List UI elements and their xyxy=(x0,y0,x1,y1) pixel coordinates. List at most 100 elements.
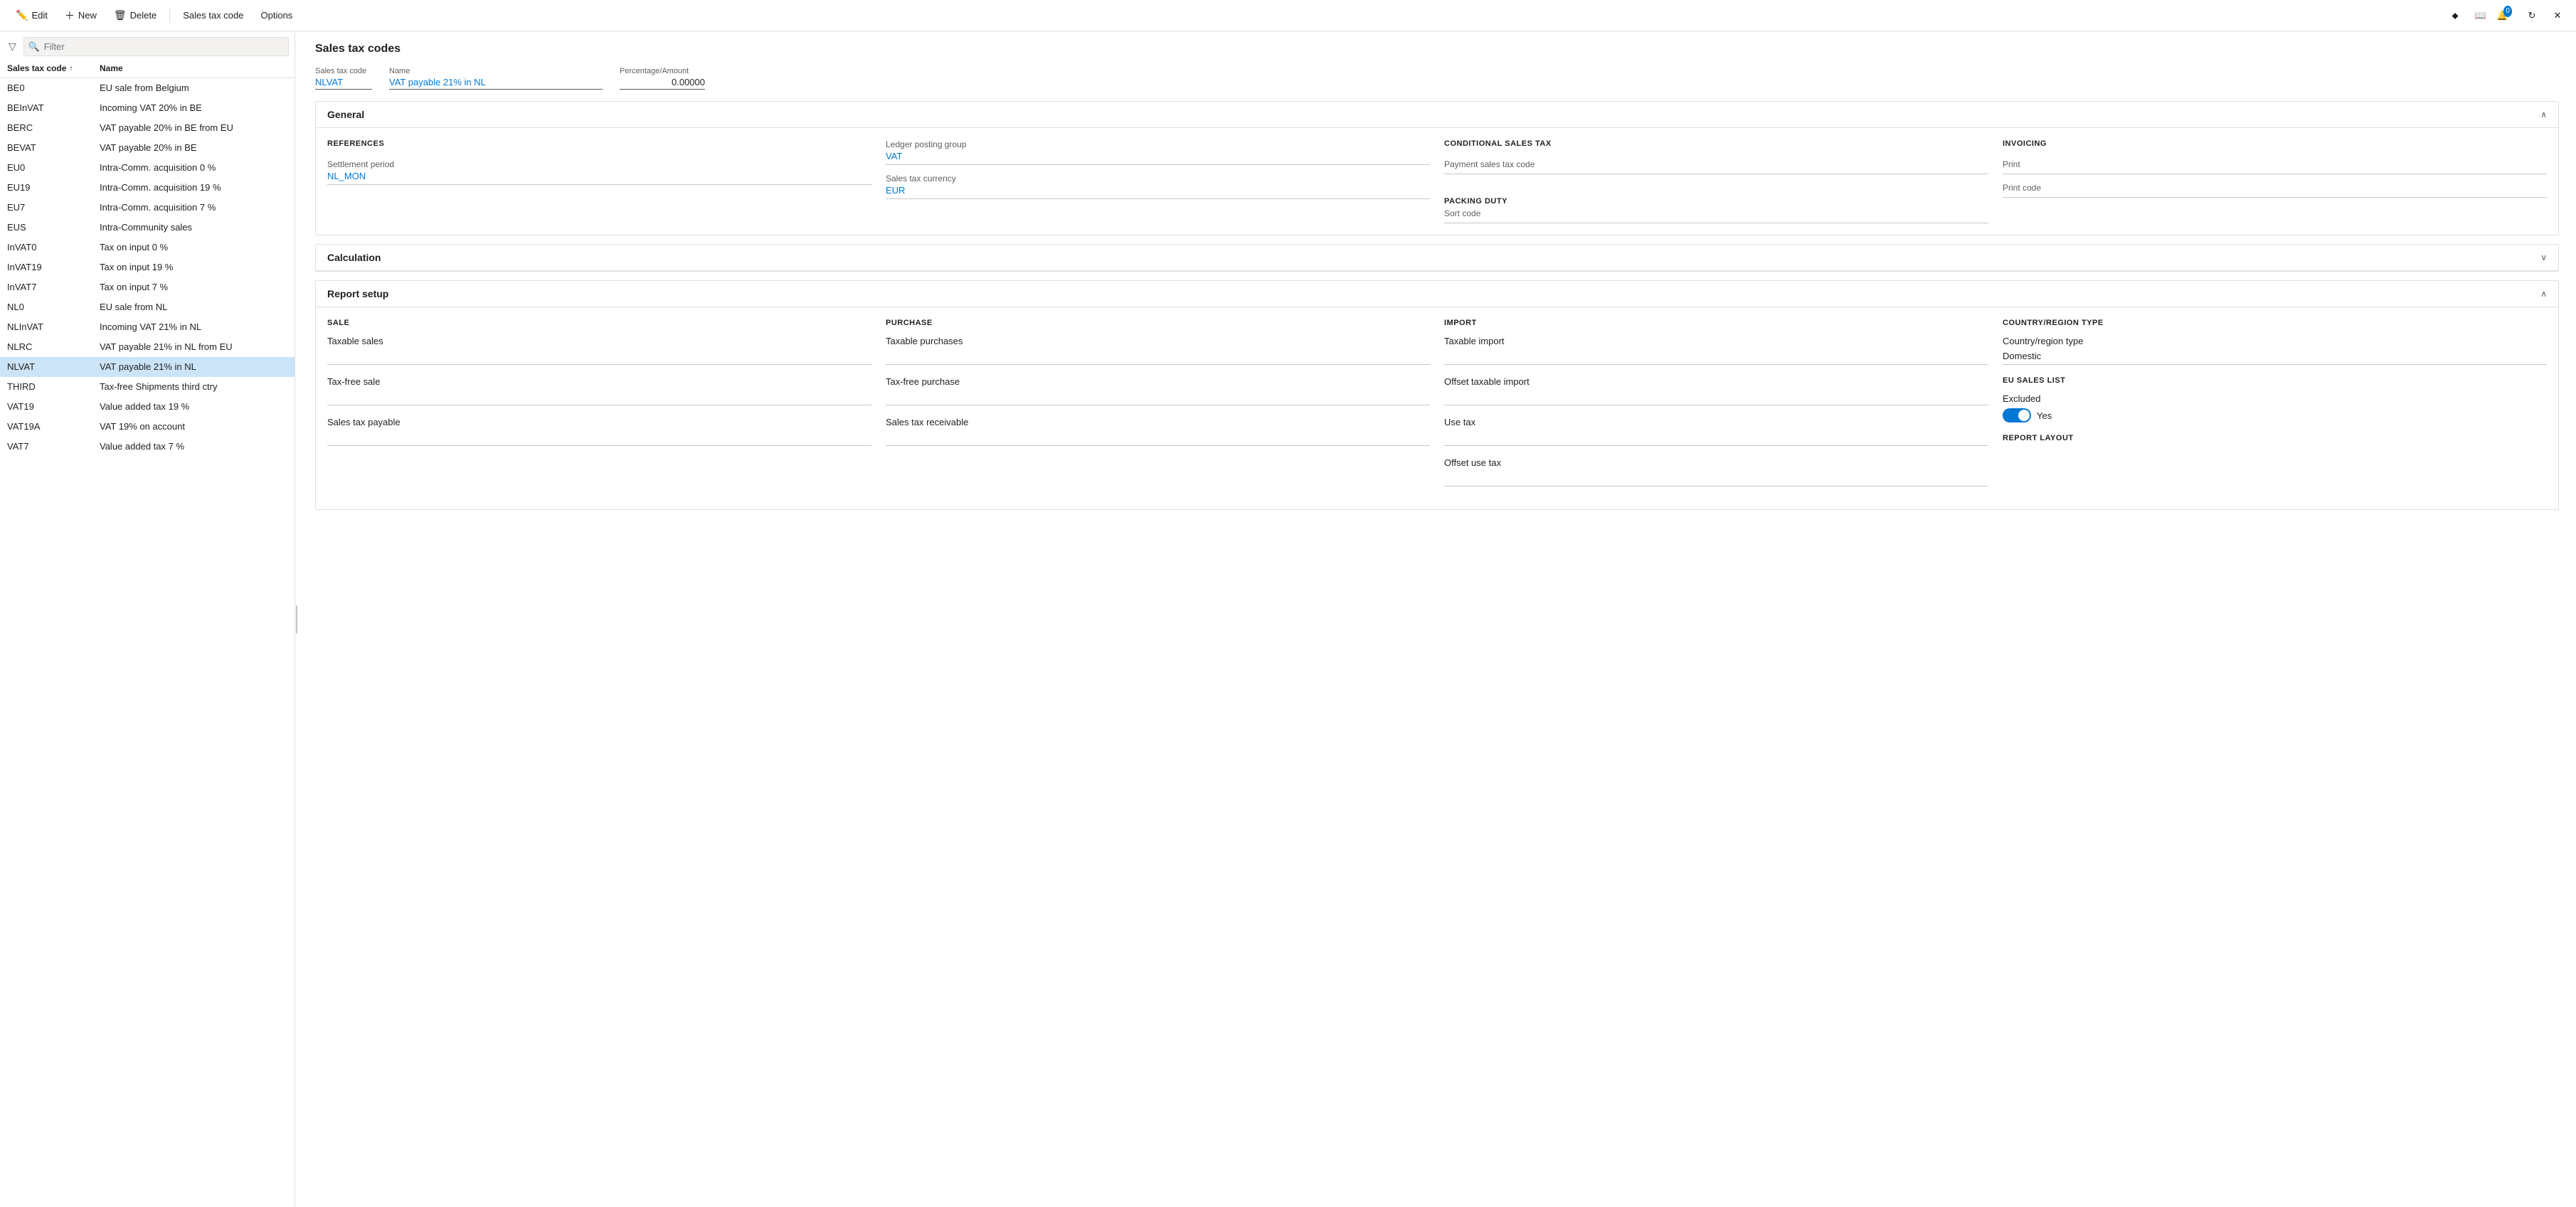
new-button[interactable]: ＋ New xyxy=(58,6,104,26)
row-code: THIRD xyxy=(7,381,100,392)
list-row[interactable]: NLRC VAT payable 21% in NL from EU xyxy=(0,337,295,357)
list-header-code[interactable]: Sales tax code ↑ xyxy=(7,63,100,73)
sales-tax-receivable-value[interactable] xyxy=(886,432,1430,446)
options-button[interactable]: Options xyxy=(254,7,300,23)
row-name: EU sale from NL xyxy=(100,302,287,312)
row-code: VAT19A xyxy=(7,421,100,432)
toggle-knob xyxy=(2018,410,2030,421)
country-region-type-value[interactable]: Domestic xyxy=(2003,351,2547,365)
print-code-field: Print code xyxy=(2003,183,2547,198)
list-row[interactable]: VAT19 Value added tax 19 % xyxy=(0,397,295,417)
offset-use-tax-value[interactable] xyxy=(1444,472,1988,486)
field-amount: Percentage/Amount 0.00000 xyxy=(620,67,705,90)
purchase-col: PURCHASE Taxable purchases Tax-free purc… xyxy=(886,319,1430,498)
resize-handle[interactable] xyxy=(295,31,298,1207)
currency-value[interactable]: EUR xyxy=(886,185,1430,199)
list-row[interactable]: VAT7 Value added tax 7 % xyxy=(0,437,295,457)
content-area: Sales tax codes Sales tax code NLVAT Nam… xyxy=(298,31,2576,1207)
list-row[interactable]: VAT19A VAT 19% on account xyxy=(0,417,295,437)
payment-tax-value[interactable] xyxy=(1444,171,1988,174)
settlement-period-field: Settlement period NL_MON xyxy=(327,159,871,185)
payment-tax-label: Payment sales tax code xyxy=(1444,159,1988,169)
notification-icon[interactable]: 🔔0 xyxy=(2496,6,2516,26)
filter-icon[interactable]: ▽ xyxy=(6,38,19,55)
ledger-posting-value[interactable]: VAT xyxy=(886,151,1430,165)
field-code-value[interactable]: NLVAT xyxy=(315,77,372,90)
filter-input[interactable] xyxy=(23,37,289,56)
offset-taxable-import-field: Offset taxable import xyxy=(1444,376,1988,405)
print-code-value[interactable] xyxy=(2003,194,2547,198)
taxable-import-value[interactable] xyxy=(1444,351,1988,365)
excluded-field: Excluded Yes xyxy=(2003,393,2547,422)
record-header: Sales tax code NLVAT Name VAT payable 21… xyxy=(315,67,2559,90)
excluded-toggle[interactable] xyxy=(2003,408,2031,422)
list-row[interactable]: BEInVAT Incoming VAT 20% in BE xyxy=(0,98,295,118)
edit-button[interactable]: ✏️ Edit xyxy=(9,6,55,24)
field-code: Sales tax code NLVAT xyxy=(315,67,372,90)
country-region-col-title: COUNTRY/REGION TYPE xyxy=(2003,319,2547,327)
delete-button[interactable]: 🗑 Delete xyxy=(107,6,164,24)
list-body: BE0 EU sale from Belgium BEInVAT Incomin… xyxy=(0,78,295,1207)
book-icon[interactable]: 📖 xyxy=(2471,6,2491,26)
list-row[interactable]: InVAT0 Tax on input 0 % xyxy=(0,238,295,257)
taxable-purchases-value[interactable] xyxy=(886,351,1430,365)
report-setup-header[interactable]: Report setup ∧ xyxy=(316,281,2558,307)
row-name: Intra-Comm. acquisition 19 % xyxy=(100,182,287,193)
general-section-header[interactable]: General ∧ xyxy=(316,102,2558,128)
taxable-purchases-field: Taxable purchases xyxy=(886,336,1430,365)
sales-tax-code-button[interactable]: Sales tax code xyxy=(176,7,250,23)
calculation-section-header[interactable]: Calculation ∨ xyxy=(316,245,2558,271)
purchase-col-title: PURCHASE xyxy=(886,319,1430,327)
list-row[interactable]: InVAT7 Tax on input 7 % xyxy=(0,277,295,297)
close-icon[interactable]: ✕ xyxy=(2548,6,2567,26)
general-grid: REFERENCES Settlement period NL_MON Ledg… xyxy=(327,139,2547,223)
taxable-sales-value[interactable] xyxy=(327,351,871,365)
row-code: BEInVAT xyxy=(7,102,100,113)
row-name: VAT payable 21% in NL xyxy=(100,361,287,372)
refresh-icon[interactable]: ↻ xyxy=(2522,6,2542,26)
row-name: Intra-Comm. acquisition 7 % xyxy=(100,202,287,213)
tax-free-purchase-field: Tax-free purchase xyxy=(886,376,1430,405)
list-row[interactable]: NL0 EU sale from NL xyxy=(0,297,295,317)
country-region-type-field: Country/region type Domestic xyxy=(2003,336,2547,365)
field-amount-value[interactable]: 0.00000 xyxy=(620,77,705,90)
offset-taxable-import-value[interactable] xyxy=(1444,391,1988,405)
row-name: Incoming VAT 21% in NL xyxy=(100,321,287,332)
list-row[interactable]: InVAT19 Tax on input 19 % xyxy=(0,257,295,277)
tax-free-purchase-value[interactable] xyxy=(886,391,1430,405)
row-code: InVAT7 xyxy=(7,282,100,292)
sales-tax-payable-value[interactable] xyxy=(327,432,871,446)
print-code-label: Print code xyxy=(2003,183,2547,193)
list-row[interactable]: THIRD Tax-free Shipments third ctry xyxy=(0,377,295,397)
row-code: InVAT19 xyxy=(7,262,100,272)
list-row[interactable]: BEVAT VAT payable 20% in BE xyxy=(0,138,295,158)
list-row[interactable]: EUS Intra-Community sales xyxy=(0,218,295,238)
list-row[interactable]: EU0 Intra-Comm. acquisition 0 % xyxy=(0,158,295,178)
calculation-section-title: Calculation xyxy=(327,252,381,263)
list-header-name: Name xyxy=(100,63,287,73)
row-code: BEVAT xyxy=(7,142,100,153)
list-row[interactable]: EU19 Intra-Comm. acquisition 19 % xyxy=(0,178,295,198)
list-row[interactable]: NLInVAT Incoming VAT 21% in NL xyxy=(0,317,295,337)
offset-taxable-import-label: Offset taxable import xyxy=(1444,376,1988,387)
general-section-body: REFERENCES Settlement period NL_MON Ledg… xyxy=(316,128,2558,235)
tax-free-sale-field: Tax-free sale xyxy=(327,376,871,405)
row-code: EUS xyxy=(7,222,100,233)
sort-code-value[interactable] xyxy=(1444,220,1988,223)
list-row[interactable]: BE0 EU sale from Belgium xyxy=(0,78,295,98)
list-row[interactable]: EU7 Intra-Comm. acquisition 7 % xyxy=(0,198,295,218)
list-row[interactable]: NLVAT VAT payable 21% in NL xyxy=(0,357,295,377)
invoicing-group: INVOICING Print Print code xyxy=(2003,139,2547,223)
diamond-icon[interactable]: ⬥ xyxy=(2445,6,2465,26)
settlement-period-value[interactable]: NL_MON xyxy=(327,171,871,185)
use-tax-value[interactable] xyxy=(1444,432,1988,446)
row-name: Tax on input 19 % xyxy=(100,262,287,272)
list-row[interactable]: BERC VAT payable 20% in BE from EU xyxy=(0,118,295,138)
report-layout-title: REPORT LAYOUT xyxy=(2003,434,2547,442)
print-value[interactable] xyxy=(2003,171,2547,174)
field-name-value[interactable]: VAT payable 21% in NL xyxy=(389,77,603,90)
sales-tax-receivable-field: Sales tax receivable xyxy=(886,417,1430,446)
tax-free-sale-value[interactable] xyxy=(327,391,871,405)
excluded-toggle-wrap: Yes xyxy=(2003,408,2547,422)
row-code: NLInVAT xyxy=(7,321,100,332)
